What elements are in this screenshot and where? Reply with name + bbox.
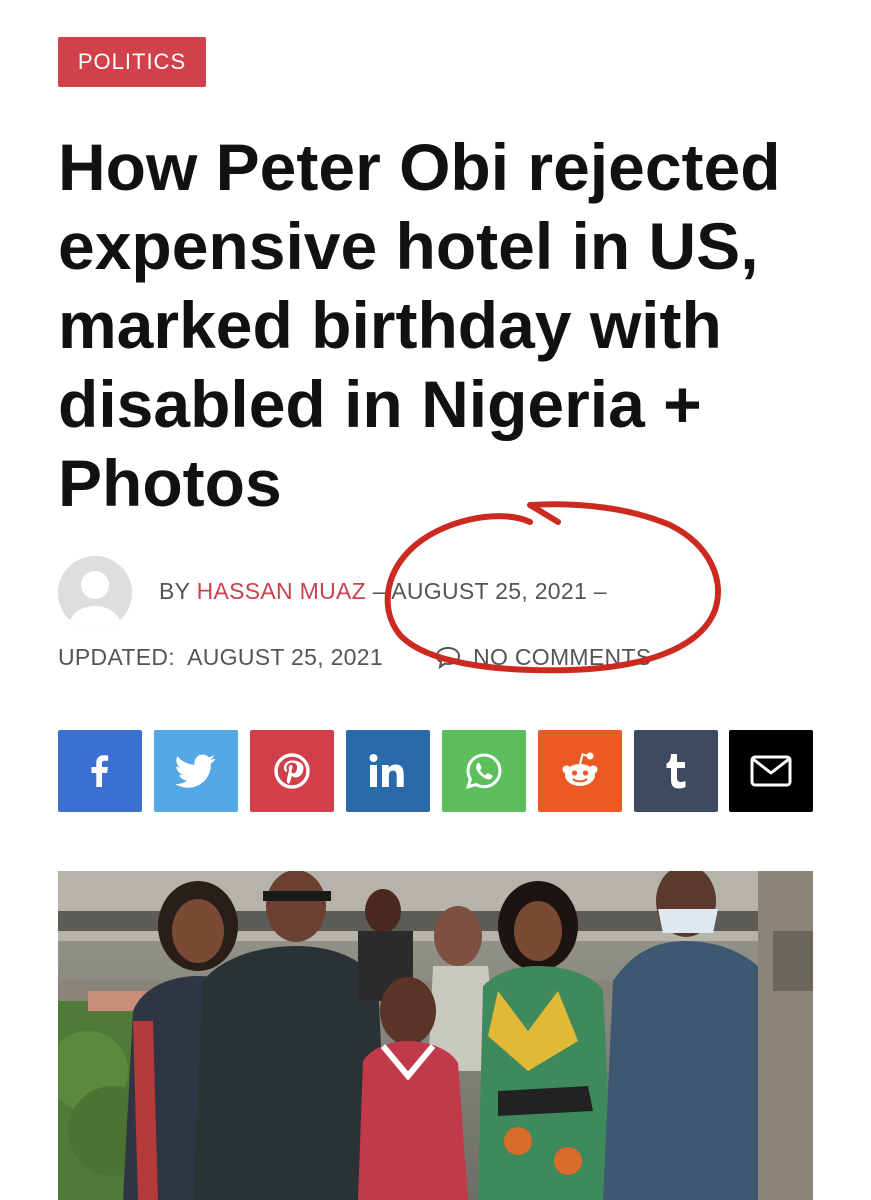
category-tag[interactable]: POLITICS [58, 37, 206, 87]
tumblr-icon [666, 754, 686, 789]
whatsapp-icon [466, 753, 502, 789]
share-email-button[interactable] [729, 730, 813, 812]
meta-separator: – [372, 578, 386, 604]
default-avatar-icon [58, 556, 132, 630]
byline: BY HASSAN MUAZ – AUGUST 25, 2021 – [159, 578, 607, 605]
pinterest-icon [274, 753, 310, 789]
comment-bubble-icon [436, 646, 461, 669]
article-headline: How Peter Obi rejected expensive hotel i… [58, 130, 781, 520]
share-linkedin-button[interactable] [346, 730, 430, 812]
share-whatsapp-button[interactable] [442, 730, 526, 812]
group-photo-image [58, 871, 813, 1200]
share-pinterest-button[interactable] [250, 730, 334, 812]
updated-label: UPDATED: [58, 644, 175, 670]
updated-date: AUGUST 25, 2021 [187, 644, 383, 670]
share-tumblr-button[interactable] [634, 730, 718, 812]
twitter-icon [175, 754, 215, 788]
update-line: UPDATED: AUGUST 25, 2021 NO COMMENTS [58, 644, 651, 671]
article-featured-photo[interactable] [58, 871, 813, 1200]
meta-separator-trailing: – [593, 578, 607, 604]
share-reddit-button[interactable] [538, 730, 622, 812]
social-share-bar [58, 730, 813, 812]
author-avatar[interactable] [58, 556, 132, 630]
facebook-icon [91, 755, 109, 787]
comments-link[interactable]: NO COMMENTS [473, 644, 651, 670]
share-facebook-button[interactable] [58, 730, 142, 812]
author-link[interactable]: HASSAN MUAZ [197, 578, 366, 604]
published-date: AUGUST 25, 2021 [391, 578, 588, 604]
envelope-icon [750, 755, 792, 787]
share-twitter-button[interactable] [154, 730, 238, 812]
reddit-icon [562, 752, 598, 786]
linkedin-icon [369, 754, 404, 787]
by-label: BY [159, 578, 190, 604]
